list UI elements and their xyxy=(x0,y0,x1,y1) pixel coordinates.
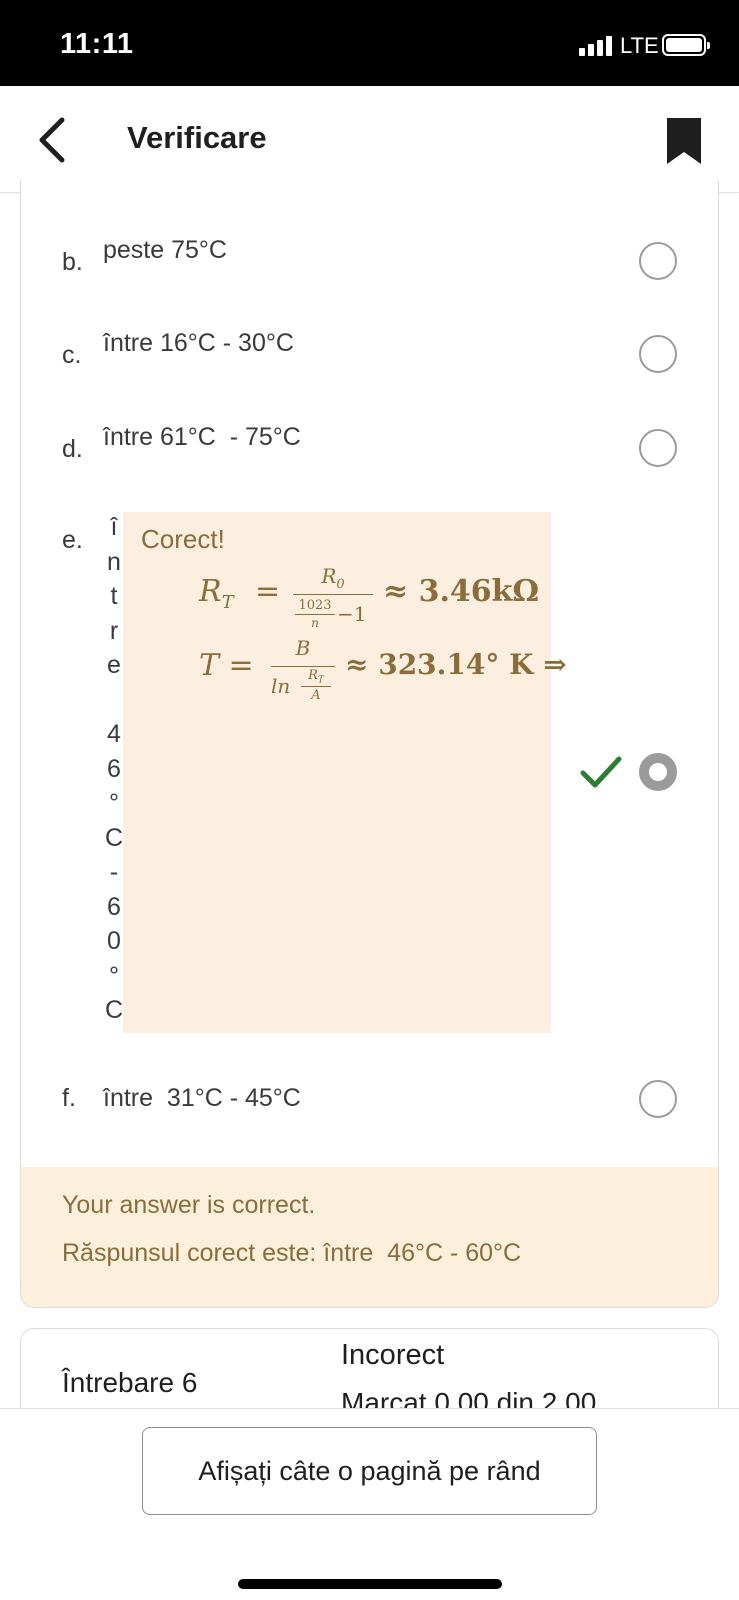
show-one-page-button[interactable]: Afișați câte o pagină pe rând xyxy=(142,1427,597,1515)
network-label: LTE xyxy=(620,33,659,58)
formula-rt: RT = R0 1023 n −1 ≈ 3.46kΩ xyxy=(199,564,539,634)
formula-t: T = B ln RT A ≈ 323.14° K ⇒ xyxy=(199,636,567,716)
option-text: între 61°C - 75°C xyxy=(103,423,301,451)
option-d-radio[interactable] xyxy=(639,429,677,467)
option-letter: b. xyxy=(62,248,83,276)
question-state: Incorect xyxy=(341,1339,445,1371)
page-title: Verificare xyxy=(127,120,267,155)
status-time: 11:11 xyxy=(60,28,134,60)
option-text: peste 75°C xyxy=(103,236,227,264)
formula-rt-result: ≈ 3.46kΩ xyxy=(383,574,540,609)
answer-feedback: Your answer is correct. Răspunsul corect… xyxy=(21,1167,718,1307)
bottom-bar: Afișați câte o pagină pe rând xyxy=(0,1408,739,1600)
formula-t-result: ≈ 323.14° K ⇒ xyxy=(345,648,567,681)
battery-icon xyxy=(662,34,710,56)
answer-status: Your answer is correct. xyxy=(62,1191,316,1219)
formula-rt-lhs: RT xyxy=(199,574,234,613)
option-text: între 31°C - 45°C xyxy=(103,1084,301,1112)
option-letter: c. xyxy=(62,341,82,369)
option-b-radio[interactable] xyxy=(639,242,677,280)
correct-check-icon xyxy=(580,756,622,788)
question-card: b. peste 75°C c. între 16°C - 30°C d. în… xyxy=(20,180,719,1308)
bookmark-icon[interactable] xyxy=(665,116,703,166)
screen: 11:11 LTE Verificare b. peste 75°C c. în… xyxy=(0,0,739,1600)
app-header: Verificare xyxy=(0,86,739,193)
question-number: Întrebare 6 xyxy=(62,1367,198,1398)
home-indicator[interactable] xyxy=(238,1579,502,1589)
status-bar: 11:11 LTE xyxy=(0,0,739,86)
chevron-left-icon[interactable] xyxy=(32,114,76,166)
option-e-radio[interactable] xyxy=(639,753,677,791)
correct-answer: Răspunsul corect este: între 46°C - 60°C xyxy=(62,1239,522,1267)
option-c-radio[interactable] xyxy=(639,335,677,373)
feedback-title: Corect! xyxy=(141,524,225,554)
formula-t-fraction: B ln RT A xyxy=(271,636,335,716)
option-text: între 16°C - 30°C xyxy=(103,329,294,357)
option-letter: e. xyxy=(62,526,83,554)
option-f-radio[interactable] xyxy=(639,1080,677,1118)
option-letter: d. xyxy=(62,435,83,463)
option-letter: f. xyxy=(62,1084,76,1112)
formula-rt-fraction: R0 1023 n −1 xyxy=(293,564,373,634)
feedback-popover: Corect! RT = R0 1023 n −1 ≈ 3.46kΩ T = B… xyxy=(123,512,567,1033)
signal-icon xyxy=(579,36,615,56)
